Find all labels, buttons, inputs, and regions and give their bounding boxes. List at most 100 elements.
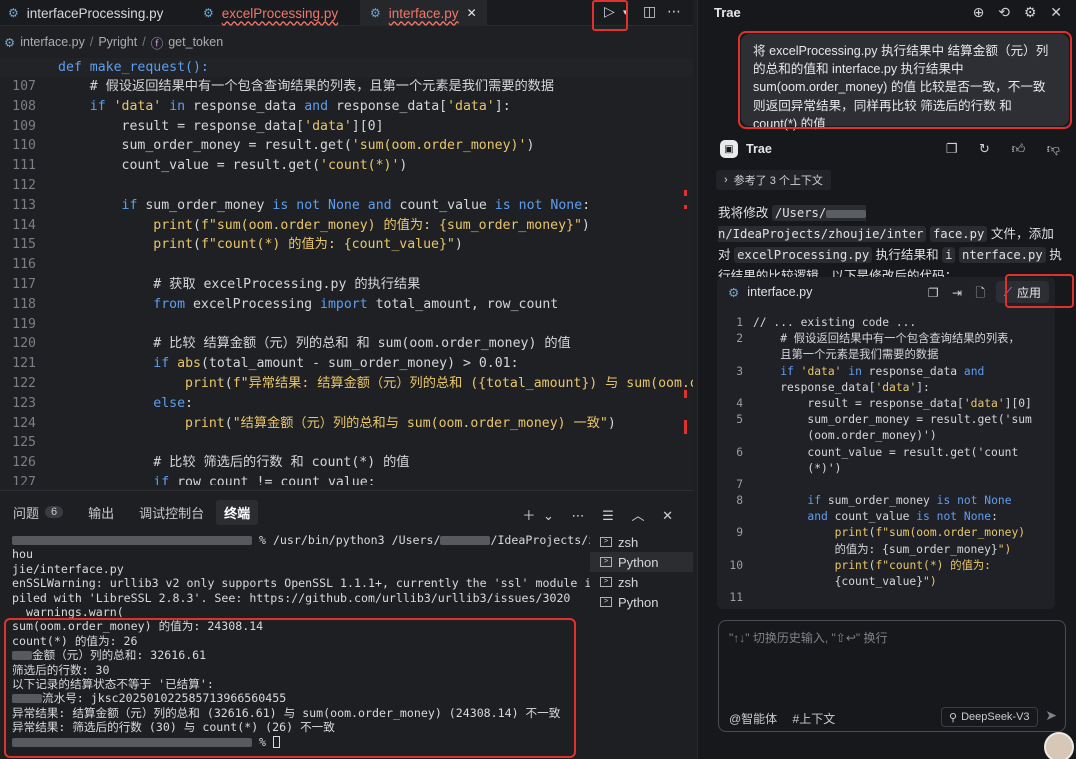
line-number: 6	[736, 445, 743, 459]
agent-button[interactable]: @智能体	[729, 712, 777, 726]
suggested-code-line: 11	[717, 590, 1055, 606]
code-view[interactable]: 107 # 假设返回结果中有一个包含查询结果的列表，且第一个元素是我们需要的数据…	[0, 77, 693, 485]
line-number: 119	[12, 316, 36, 332]
python-file-icon: ⚙	[8, 6, 19, 20]
regenerate-icon[interactable]: ↻	[979, 141, 990, 156]
line-text: (*)')	[753, 461, 842, 475]
suggested-code-line: 1 // ... existing code ...	[717, 315, 1055, 331]
line-number: 3	[736, 364, 743, 378]
line-text: print(f"count(*) 的值为:	[834, 558, 991, 572]
code-line[interactable]: 109 result = response_data['data'][0]	[0, 117, 693, 137]
history-icon[interactable]: ⟲	[998, 4, 1010, 20]
line-text: result = response_data['data'][0]	[58, 118, 384, 134]
code-line[interactable]: 124 print("结算金额（元）列的总和与 sum(oom.order_mo…	[0, 414, 693, 434]
chat-input[interactable]: "↑↓" 切换历史输入, "⇧↩" 换行 @智能体 #上下文 ⚲ DeepSee…	[718, 620, 1066, 732]
code-line[interactable]: 122 print(f"异常结果: 结算金额（元）列的总和 ({total_am…	[0, 374, 693, 394]
line-number: 110	[12, 138, 36, 154]
model-selector[interactable]: ⚲ DeepSeek-V3	[941, 707, 1038, 727]
insert-icon[interactable]: ⇥	[952, 286, 962, 300]
breadcrumb-file[interactable]: interface.py	[20, 35, 85, 49]
more-icon[interactable]: ⋯	[667, 3, 681, 20]
tab-output[interactable]: 输出	[88, 503, 114, 522]
file-icon[interactable]: 🗋︎	[975, 286, 985, 300]
code-block-filename[interactable]: interface.py	[747, 285, 812, 299]
tab-debug-console[interactable]: 调试控制台	[139, 503, 204, 522]
line-number: 115	[12, 237, 36, 253]
tab-excelprocessing[interactable]: ⚙ excelProcessing.py	[203, 0, 338, 26]
apply-highlight-box	[1005, 274, 1074, 308]
code-line[interactable]: 126 # 比较 筛选后的行数 和 count(*) 的值	[0, 453, 693, 473]
code-line[interactable]: 112	[0, 176, 693, 196]
tab-terminal[interactable]: 终端	[216, 499, 259, 525]
code-line[interactable]: 108 if 'data' in response_data and respo…	[0, 97, 693, 117]
close-icon[interactable]: ✕	[1050, 4, 1062, 20]
suggested-code-line: 7	[717, 477, 1055, 493]
line-number: 107	[12, 79, 36, 94]
code-line[interactable]: 121 if abs(total_amount - sum_order_mone…	[0, 354, 693, 374]
terminal-item[interactable]: > zsh	[590, 572, 693, 592]
suggested-code-line: 10 print(f"count(*) 的值为:	[717, 558, 1055, 574]
code-line[interactable]: 123 else:	[0, 394, 693, 414]
code-line[interactable]: 119	[0, 315, 693, 335]
send-icon[interactable]: ➤	[1045, 707, 1057, 724]
gear-icon[interactable]: ⚙	[1024, 4, 1037, 20]
code-line[interactable]: 116	[0, 255, 693, 275]
user-message-highlight-box	[738, 31, 1072, 129]
scrollbar-error-marker	[684, 420, 687, 434]
new-terminal-icon[interactable]: ＋	[522, 508, 535, 523]
code-line[interactable]: 127 if row_count != count_value:	[0, 473, 693, 485]
more-icon[interactable]: ⋯	[572, 508, 585, 523]
model-icon: ⚲	[949, 711, 958, 724]
terminal-item[interactable]: > zsh	[590, 532, 693, 552]
context-reference-chip[interactable]: › 参考了 3 个上下文	[716, 170, 831, 190]
code-line[interactable]: 118 from excelProcessing import total_am…	[0, 295, 693, 315]
code-line[interactable]: 111 count_value = result.get('count(*)')	[0, 156, 693, 176]
maximize-icon[interactable]: ︿	[631, 508, 644, 523]
function-icon: ⓕ	[150, 36, 164, 51]
thumbs-up-icon[interactable]: 👍︎	[1012, 141, 1026, 156]
copy-icon[interactable]: ❐	[928, 286, 939, 300]
code-line[interactable]: 125	[0, 433, 693, 453]
line-number: 10	[729, 558, 743, 572]
line-text: from excelProcessing import total_amount…	[153, 296, 559, 312]
line-text: result = response_data['data'][0]	[753, 396, 1032, 410]
context-button[interactable]: #上下文	[793, 712, 836, 726]
breadcrumb-lib[interactable]: Pyright	[98, 35, 137, 49]
line-number: 124	[12, 415, 36, 431]
line-text: if row_count != count_value:	[153, 475, 376, 485]
terminal-line: hou	[12, 547, 33, 562]
tab-interface-active[interactable]: ⚙ interface.py ✕	[360, 0, 487, 26]
close-icon[interactable]: ✕	[467, 6, 477, 20]
code-line[interactable]: 113 if sum_order_money is not None and c…	[0, 196, 693, 216]
code-line[interactable]: 115 print(f"count(*) 的值为: {count_value}"…	[0, 235, 693, 255]
line-number: 1	[736, 316, 743, 329]
breadcrumb-symbol[interactable]: get_token	[168, 35, 223, 49]
python-file-icon: ⚙	[203, 6, 214, 20]
code-line[interactable]: 117 # 获取 excelProcessing.py 的执行结果	[0, 275, 693, 295]
code-line[interactable]: 107 # 假设返回结果中有一个包含查询结果的列表，且第一个元素是我们需要的数据	[0, 77, 693, 97]
panel-layout-icon[interactable]: ☰	[602, 508, 614, 523]
copy-icon[interactable]: ❐	[946, 141, 958, 156]
avatar[interactable]	[1044, 732, 1074, 759]
code-line[interactable]: 114 print(f"sum(oom.order_money) 的值为: {s…	[0, 216, 693, 236]
thumbs-down-icon[interactable]: 👎︎	[1047, 141, 1060, 156]
new-chat-icon[interactable]: ⊕	[973, 4, 985, 20]
suggested-code-line: 且第一个元素是我们需要的数据	[717, 347, 1055, 363]
code-line[interactable]: 120 # 比较 结算金额（元）列的总和 和 sum(oom.order_mon…	[0, 334, 693, 354]
code-line[interactable]: 110 sum_order_money = result.get('sum(oo…	[0, 136, 693, 156]
terminal-icon: >	[600, 537, 612, 547]
sticky-scroll-line[interactable]: def make_request():	[0, 58, 693, 77]
terminal-list: > zsh > Python > zsh > Python	[590, 532, 693, 612]
terminal-item[interactable]: > Python	[590, 592, 693, 612]
line-text: # 比较 筛选后的行数 和 count(*) 的值	[58, 455, 410, 471]
tab-problems[interactable]: 问题 6	[13, 503, 64, 522]
chevron-down-icon[interactable]: ⌄	[543, 508, 554, 523]
terminal-item[interactable]: > Python	[590, 552, 693, 572]
run-highlight-box	[592, 0, 628, 31]
split-editor-icon[interactable]: ◫	[643, 3, 656, 20]
suggested-code[interactable]: 1 // ... existing code ... 2 # 假设返回结果中有一个包…	[717, 315, 1055, 606]
tab-interfaceprocessing[interactable]: ⚙ interfaceProcessing.py	[8, 0, 163, 26]
close-panel-icon[interactable]: ✕	[662, 508, 673, 523]
suggested-code-line: and count_value is not None:	[717, 509, 1055, 525]
inline-code: excelProcessing.py	[734, 247, 873, 263]
